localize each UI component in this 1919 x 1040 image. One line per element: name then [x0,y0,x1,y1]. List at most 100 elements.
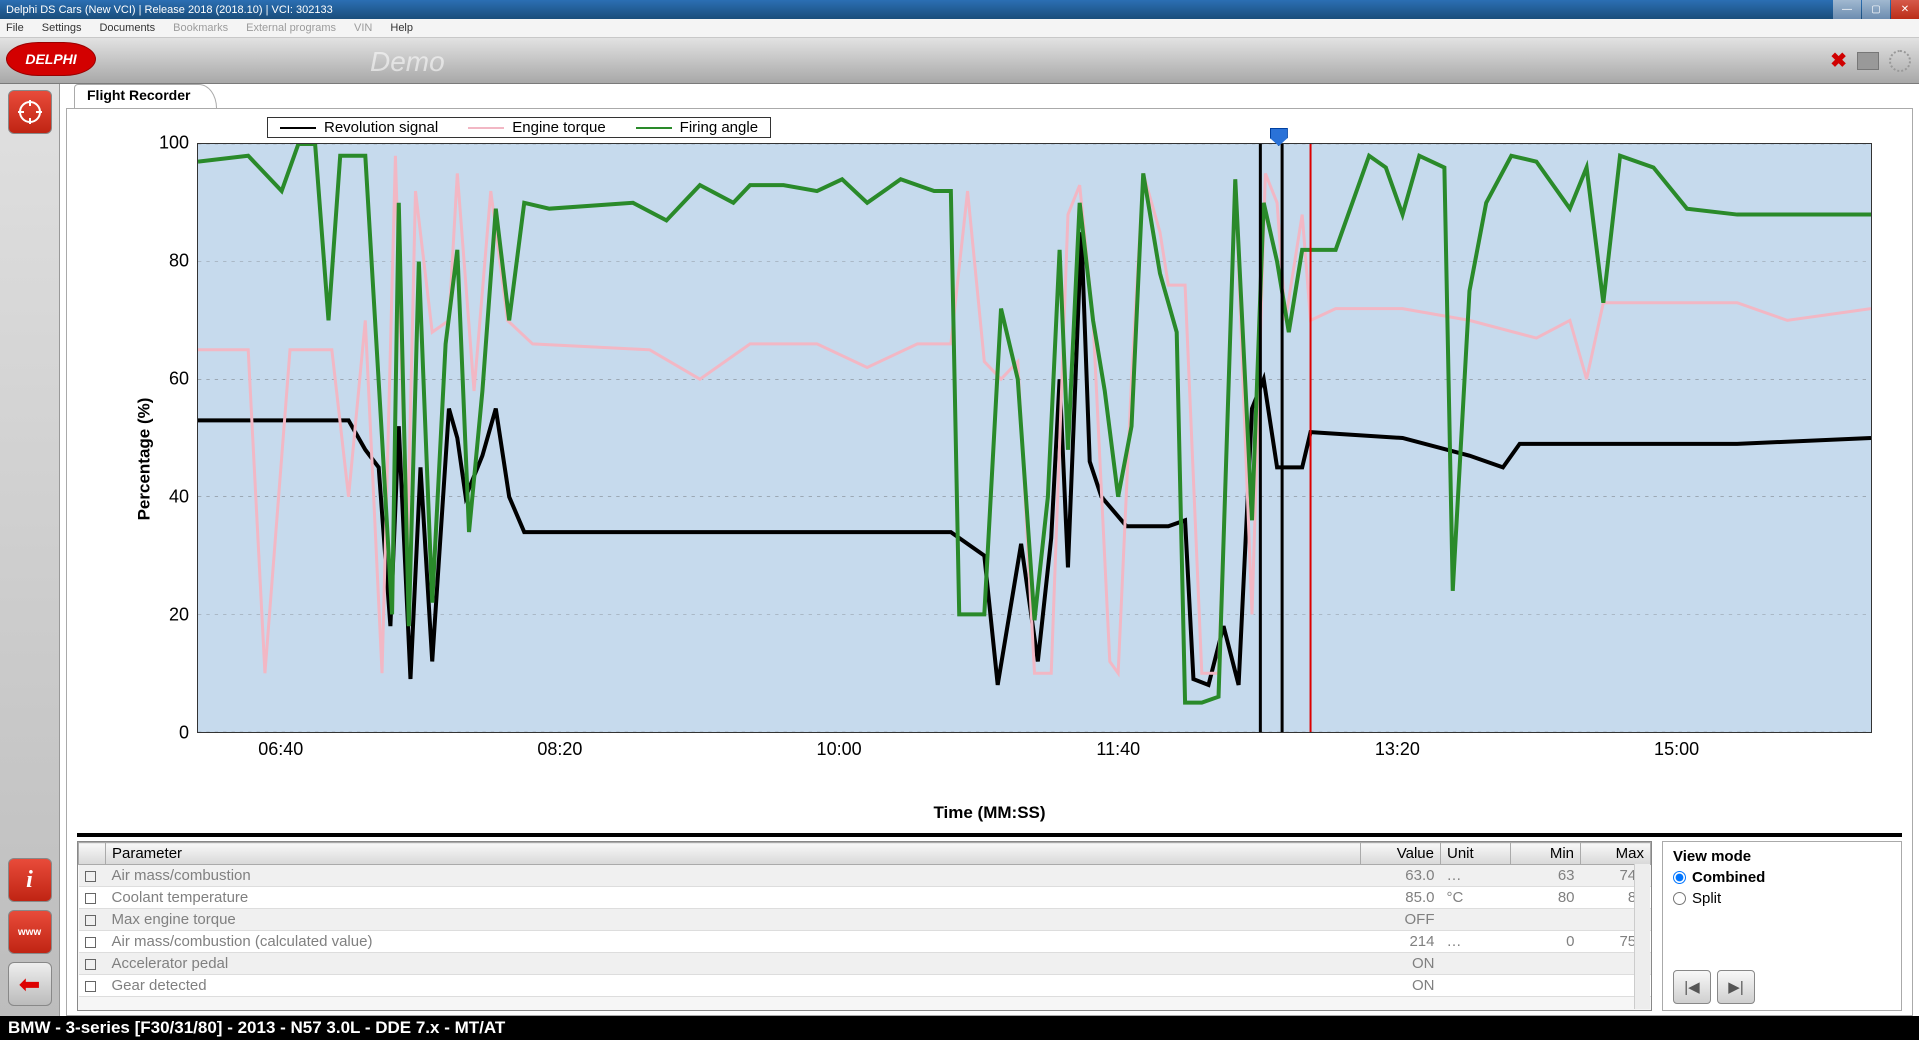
cell-min: 0 [1511,931,1581,953]
row-checkbox[interactable] [85,981,96,992]
ytick: 20 [169,605,189,626]
cell-value: OFF [1361,909,1441,931]
cell-unit: … [1441,931,1511,953]
tab-flight-recorder[interactable]: Flight Recorder [74,84,217,108]
menu-external-programs[interactable]: External programs [246,22,336,34]
status-text: BMW - 3-series [F30/31/80] - 2013 - N57 … [8,1018,505,1038]
ytick: 60 [169,369,189,390]
nav-prev-button[interactable]: |◀ [1673,970,1711,1004]
cell-unit [1441,953,1511,975]
menu-vin[interactable]: VIN [354,22,372,34]
cell-value: 63.0 [1361,865,1441,887]
window-minimize-button[interactable]: — [1833,0,1861,19]
left-sidebar: i www ⬅ [0,84,60,1016]
cell-param: Gear detected [106,975,1361,997]
nav-next-button[interactable]: ▶| [1717,970,1755,1004]
main-panel: Revolution signal Engine torque Firing a… [66,108,1913,1016]
legend-label-0: Revolution signal [324,119,438,136]
cell-param: Max engine torque [106,909,1361,931]
table-row[interactable]: Air mass/combustion (calculated value)21… [79,931,1651,953]
cell-value: 85.0 [1361,887,1441,909]
cell-min: 80 [1511,887,1581,909]
panel-divider[interactable] [77,833,1902,837]
row-checkbox[interactable] [85,915,96,926]
status-bar: BMW - 3-series [F30/31/80] - 2013 - N57 … [0,1016,1919,1040]
cell-param: Accelerator pedal [106,953,1361,975]
brand-logo: DELPHI [6,42,96,76]
table-row[interactable]: Air mass/combustion63.0…63743 [79,865,1651,887]
menu-bar: File Settings Documents Bookmarks Extern… [0,19,1919,38]
sidebar-back-button[interactable]: ⬅ [8,962,52,1006]
table-row[interactable]: Coolant temperature85.0°C8088 [79,887,1651,909]
xtick: 06:40 [258,739,303,760]
row-checkbox[interactable] [85,893,96,904]
cell-value: ON [1361,975,1441,997]
col-max[interactable]: Max [1581,843,1651,865]
table-row[interactable]: Max engine torqueOFF [79,909,1651,931]
cell-min [1511,953,1581,975]
cell-unit [1441,975,1511,997]
table-row[interactable]: Accelerator pedalON [79,953,1651,975]
view-mode-split[interactable]: Split [1673,890,1891,907]
parameter-table-container: Parameter Value Unit Min Max Air mass/co… [77,841,1652,1011]
ytick: 0 [179,723,189,744]
chart-plot[interactable] [197,143,1872,733]
cell-value: ON [1361,953,1441,975]
menu-file[interactable]: File [6,22,24,34]
view-mode-title: View mode [1673,848,1891,865]
cell-unit: °C [1441,887,1511,909]
parameter-table: Parameter Value Unit Min Max Air mass/co… [78,842,1651,997]
window-titlebar: Delphi DS Cars (New VCI) | Release 2018 … [0,0,1919,19]
col-value[interactable]: Value [1361,843,1441,865]
cell-min [1511,975,1581,997]
sidebar-www-button[interactable]: www [8,910,52,954]
col-parameter[interactable]: Parameter [106,843,1361,865]
window-title: Delphi DS Cars (New VCI) | Release 2018 … [6,4,333,16]
menu-settings[interactable]: Settings [42,22,82,34]
ytick: 80 [169,251,189,272]
sidebar-target-button[interactable] [8,90,52,134]
row-checkbox[interactable] [85,959,96,970]
close-icon[interactable]: ✖ [1830,48,1847,73]
row-checkbox[interactable] [85,871,96,882]
xtick: 11:40 [1096,739,1140,760]
chart-legend: Revolution signal Engine torque Firing a… [267,117,771,138]
xtick: 15:00 [1654,739,1699,760]
sidebar-info-button[interactable]: i [8,858,52,902]
cell-param: Coolant temperature [106,887,1361,909]
cell-value: 214 [1361,931,1441,953]
header-toolstrip: DELPHI Demo ✖ [0,38,1919,84]
chart-xlabel: Time (MM:SS) [77,803,1902,829]
xtick: 10:00 [817,739,862,760]
col-unit[interactable]: Unit [1441,843,1511,865]
cell-min [1511,909,1581,931]
cell-min: 63 [1511,865,1581,887]
window-close-button[interactable]: ✕ [1891,0,1919,19]
back-arrow-icon: ⬅ [19,969,41,1000]
menu-documents[interactable]: Documents [99,22,155,34]
xtick: 08:20 [537,739,582,760]
table-row[interactable]: Gear detectedON [79,975,1651,997]
cell-unit [1441,909,1511,931]
view-mode-combined[interactable]: Combined [1673,869,1891,886]
target-icon [17,99,43,125]
cell-param: Air mass/combustion (calculated value) [106,931,1361,953]
xtick: 13:20 [1375,739,1420,760]
menu-help[interactable]: Help [390,22,413,34]
cell-unit: … [1441,865,1511,887]
window-icon[interactable] [1857,52,1879,70]
table-scrollbar[interactable] [1634,864,1650,1009]
col-checkbox[interactable] [79,843,106,865]
row-checkbox[interactable] [85,937,96,948]
menu-bookmarks[interactable]: Bookmarks [173,22,228,34]
legend-label-1: Engine torque [512,119,605,136]
col-min[interactable]: Min [1511,843,1581,865]
window-maximize-button[interactable]: ▢ [1862,0,1890,19]
view-mode-panel: View mode Combined Split |◀ ▶| [1662,841,1902,1011]
ytick: 100 [159,133,189,154]
legend-label-2: Firing angle [680,119,758,136]
gear-icon[interactable] [1889,50,1911,72]
chart-area: Revolution signal Engine torque Firing a… [77,115,1902,803]
watermark-text: Demo [370,46,445,78]
cell-param: Air mass/combustion [106,865,1361,887]
